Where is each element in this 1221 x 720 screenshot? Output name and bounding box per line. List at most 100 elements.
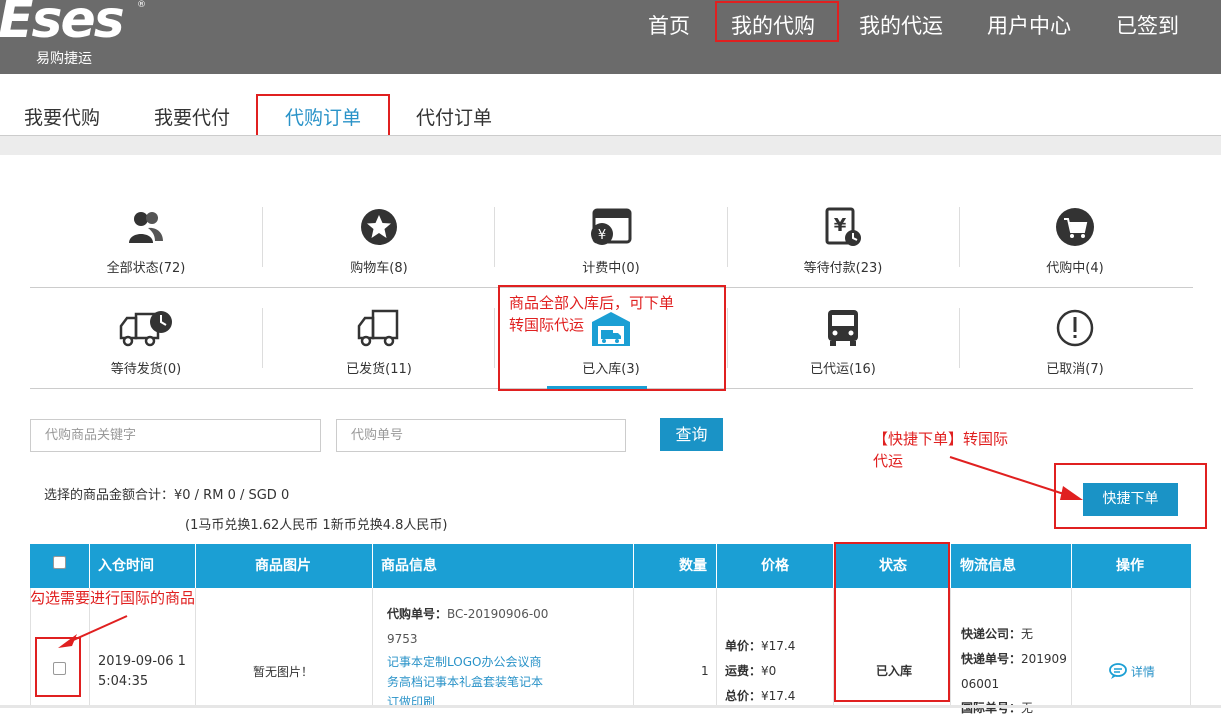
freight-label: 运费： bbox=[725, 664, 762, 678]
logo[interactable]: Eses ® 易购捷运 bbox=[0, 0, 150, 74]
status-purchasing-label: 代购中(4) bbox=[1046, 261, 1104, 276]
chat-bubble-icon bbox=[1109, 663, 1127, 679]
header-actions: 操作 bbox=[1116, 558, 1144, 574]
status-shipped-intl[interactable]: 已代运(16) bbox=[727, 308, 959, 388]
courier-label: 快递公司： bbox=[961, 627, 1022, 641]
status-billing[interactable]: ¥ 计费中(0) bbox=[495, 207, 727, 287]
divider bbox=[959, 308, 960, 368]
row-divider bbox=[195, 588, 196, 708]
intl-tracking-label: 国际单号： bbox=[961, 701, 1022, 715]
status-awaiting-shipment[interactable]: 等待发货(0) bbox=[30, 308, 262, 388]
highlight-box-checkbox bbox=[35, 637, 81, 697]
row-divider bbox=[372, 588, 373, 708]
status-awaiting-shipment-label: 等待发货(0) bbox=[110, 362, 182, 377]
highlight-box-status bbox=[834, 542, 950, 702]
courier: 快递公司：无 bbox=[961, 622, 1033, 646]
column-divider bbox=[716, 544, 717, 588]
no-image-text: 暂无图片！ bbox=[253, 665, 314, 679]
truck-icon bbox=[357, 309, 399, 347]
column-divider bbox=[195, 544, 196, 588]
keyword-search-input[interactable] bbox=[30, 419, 321, 452]
column-divider bbox=[372, 544, 373, 588]
intl-tracking: 国际单号：无 bbox=[961, 696, 1033, 720]
status-cart[interactable]: 购物车(8) bbox=[263, 207, 495, 287]
status-all[interactable]: 全部状态(72) bbox=[30, 207, 262, 287]
tracking-value-line1: 201909 bbox=[1021, 652, 1067, 666]
status-purchasing[interactable]: 代购中(4) bbox=[959, 207, 1191, 287]
column-divider bbox=[950, 544, 951, 588]
order-number-input[interactable] bbox=[336, 419, 626, 452]
quantity-value: 1 bbox=[701, 664, 709, 678]
divider bbox=[959, 207, 960, 267]
users-icon bbox=[129, 212, 163, 243]
query-button[interactable]: 查询 bbox=[660, 418, 723, 451]
row-divider bbox=[950, 588, 951, 708]
table-header: 入仓时间 商品图片 商品信息 数量 价格 状态 物流信息 操作 bbox=[30, 544, 1191, 588]
highlight-box-nav bbox=[715, 1, 839, 42]
cart-icon bbox=[1056, 208, 1094, 246]
divider bbox=[262, 308, 263, 368]
divider bbox=[494, 207, 495, 267]
quick-order-button[interactable]: 快捷下单 bbox=[1083, 483, 1178, 516]
unit-price: 单价：¥17.4 bbox=[725, 634, 795, 658]
order-number-value-line2: 9753 bbox=[387, 632, 418, 646]
order-number: 代购单号：BC-20190906-00 bbox=[387, 602, 548, 626]
freight-value: ¥0 bbox=[761, 664, 777, 678]
column-divider bbox=[633, 544, 634, 588]
row-divider bbox=[716, 588, 717, 708]
yen-clock-icon: ¥ bbox=[825, 207, 861, 246]
tracking-number: 快递单号：201909 bbox=[961, 647, 1067, 671]
tracking-label: 快递单号： bbox=[961, 652, 1022, 666]
logo-registered: ® bbox=[137, 0, 146, 10]
row-divider bbox=[1190, 588, 1191, 708]
intl-tracking-value: 无 bbox=[1021, 701, 1034, 715]
bus-icon bbox=[828, 310, 858, 346]
tab-buy-for-me[interactable]: 我要代购 bbox=[24, 103, 100, 130]
status-all-label: 全部状态(72) bbox=[106, 261, 186, 276]
truck-clock-icon bbox=[119, 311, 172, 347]
divider bbox=[494, 308, 495, 368]
tab-pay-for-me[interactable]: 我要代付 bbox=[154, 103, 230, 130]
nav-signed-in[interactable]: 已签到 bbox=[1116, 10, 1179, 40]
tracking-value-line2: 06001 bbox=[961, 677, 1000, 691]
divider bbox=[727, 308, 728, 368]
detail-link[interactable]: 详情 bbox=[1109, 660, 1155, 684]
total-price-value: ¥17.4 bbox=[761, 689, 796, 703]
courier-value: 无 bbox=[1021, 627, 1034, 641]
arrival-time-line2: 5:04:35 bbox=[98, 674, 149, 689]
status-cancelled-label: 已取消(7) bbox=[1046, 362, 1104, 377]
select-all-checkbox[interactable] bbox=[53, 556, 66, 569]
product-title-line3[interactable]: 订做印刷 bbox=[387, 690, 435, 714]
header-product-info: 商品信息 bbox=[381, 558, 437, 574]
star-icon bbox=[361, 209, 397, 245]
detail-label: 详情 bbox=[1130, 665, 1155, 679]
status-cart-label: 购物车(8) bbox=[350, 261, 408, 276]
annotation-quick-order-line2: 代运 bbox=[873, 452, 904, 470]
status-awaiting-payment-label: 等待付款(23) bbox=[803, 261, 883, 276]
annotation-warehouse-line2: 转国际代运 bbox=[509, 316, 585, 334]
order-number-value-line1: BC-20190906-00 bbox=[447, 607, 549, 621]
unit-price-value: ¥17.4 bbox=[761, 639, 796, 653]
header-quantity: 数量 bbox=[679, 558, 707, 574]
nav-user-center[interactable]: 用户中心 bbox=[987, 10, 1071, 40]
status-cancelled[interactable]: 已取消(7) bbox=[959, 308, 1191, 388]
exchange-rate-note: (1马币兑换1.62人民币 1新币兑换4.8人民币) bbox=[185, 518, 448, 533]
annotation-warehouse-line1: 商品全部入库后，可下单 bbox=[509, 294, 675, 312]
status-shipped-label: 已发货(11) bbox=[346, 362, 412, 377]
header-image: 商品图片 bbox=[255, 558, 311, 574]
divider bbox=[727, 207, 728, 267]
total-price-label: 总价： bbox=[725, 689, 762, 703]
exclamation-icon bbox=[1056, 309, 1094, 347]
nav-my-shipping[interactable]: 我的代运 bbox=[859, 10, 943, 40]
row-divider bbox=[633, 588, 634, 708]
status-shipped[interactable]: 已发货(11) bbox=[263, 308, 495, 388]
nav-home[interactable]: 首页 bbox=[648, 10, 690, 40]
gray-band bbox=[0, 136, 1221, 155]
header-arrival-time: 入仓时间 bbox=[98, 558, 154, 574]
header-price: 价格 bbox=[761, 558, 789, 574]
header-logistics: 物流信息 bbox=[960, 558, 1016, 574]
logo-mark: Eses bbox=[0, 0, 125, 50]
status-awaiting-payment[interactable]: ¥ 等待付款(23) bbox=[727, 207, 959, 287]
tab-payment-orders[interactable]: 代付订单 bbox=[416, 103, 492, 130]
logo-subtitle: 易购捷运 bbox=[36, 51, 92, 67]
